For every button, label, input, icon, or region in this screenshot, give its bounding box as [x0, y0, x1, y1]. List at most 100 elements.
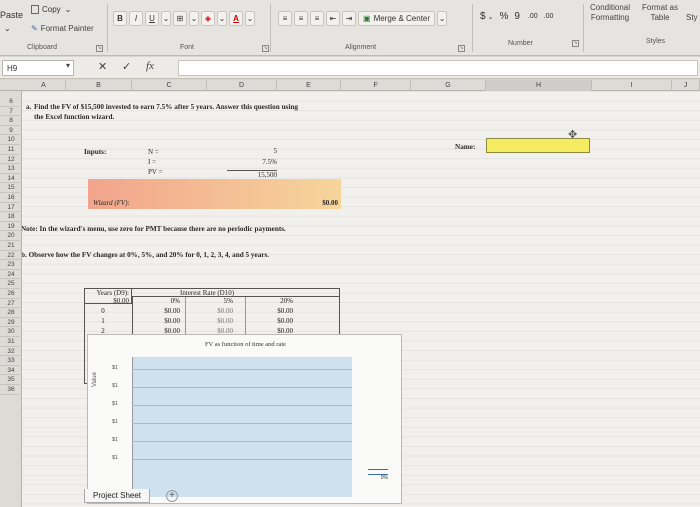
paste-button[interactable]: Paste	[0, 10, 23, 20]
decrease-decimal-button[interactable]: .00	[544, 13, 554, 20]
bold-button[interactable]: B	[113, 11, 127, 26]
row-header-14[interactable]: 14	[0, 174, 22, 184]
row-header-10[interactable]: 10	[0, 135, 22, 145]
fv-value-cell[interactable]: $0.00	[134, 307, 180, 315]
align-center-icon[interactable]: ≡	[294, 11, 308, 26]
column-header-g[interactable]: G	[411, 80, 486, 91]
row-header-19[interactable]: 19	[0, 222, 22, 232]
name-box-dropdown-icon[interactable]: ▾	[66, 61, 70, 70]
pv-value[interactable]: 15,500	[227, 170, 277, 179]
currency-dropdown-icon[interactable]: ⌄	[488, 13, 494, 21]
column-header-f[interactable]: F	[341, 80, 411, 91]
row-header-26[interactable]: 26	[0, 289, 22, 299]
column-header-b[interactable]: B	[66, 80, 132, 91]
row-header-17[interactable]: 17	[0, 203, 22, 213]
borders-icon[interactable]: ⊞	[173, 11, 187, 26]
row-header-28[interactable]: 28	[0, 308, 22, 318]
row-header-21[interactable]: 21	[0, 241, 22, 251]
column-header-h[interactable]: H	[486, 80, 592, 91]
rate-header-cell[interactable]: 5%	[187, 297, 233, 305]
row-header-30[interactable]: 30	[0, 327, 22, 337]
row-header-16[interactable]: 16	[0, 193, 22, 203]
italic-button[interactable]: I	[129, 11, 143, 26]
row-header-36[interactable]: 36	[0, 385, 22, 395]
column-header-a[interactable]: A	[22, 80, 66, 91]
fv-value-cell[interactable]: $0.00	[134, 317, 180, 325]
paste-dropdown-icon[interactable]: ⌄	[4, 24, 11, 33]
column-header-e[interactable]: E	[277, 80, 341, 91]
row-header-35[interactable]: 35	[0, 375, 22, 385]
format-painter-button[interactable]: ✎ Format Painter	[31, 24, 94, 33]
row-header-6[interactable]: 6	[0, 97, 22, 107]
align-left-icon[interactable]: ≡	[278, 11, 292, 26]
format-as-table-button[interactable]: Format as Table	[642, 3, 678, 23]
decrease-indent-icon[interactable]: ⇤	[326, 11, 340, 26]
increase-decimal-button[interactable]: .00	[528, 13, 538, 20]
n-value[interactable]: 5	[227, 147, 278, 155]
i-value[interactable]: 7.5%	[227, 158, 277, 166]
font-color-dropdown-icon[interactable]: ⌄	[245, 11, 255, 26]
borders-dropdown-icon[interactable]: ⌄	[189, 11, 199, 26]
row-header-15[interactable]: 15	[0, 183, 22, 193]
add-sheet-icon[interactable]: +	[166, 490, 178, 502]
enter-icon[interactable]: ✓	[122, 60, 131, 73]
fv-value-cell[interactable]: $0.00	[247, 317, 293, 325]
conditional-formatting-button[interactable]: Conditional Formatting	[590, 3, 630, 23]
rate-header-cell[interactable]: 0%	[134, 297, 180, 305]
row-header-32[interactable]: 32	[0, 347, 22, 357]
font-launcher-icon[interactable]: ↘	[262, 45, 269, 52]
currency-button[interactable]: $	[480, 11, 486, 22]
fv-chart[interactable]: FV as function of time and rate Value $1…	[87, 334, 402, 504]
copy-button[interactable]: Copy ⌄	[31, 5, 71, 14]
fill-color-icon[interactable]: ◈	[201, 11, 215, 26]
wizard-value[interactable]: $0.00	[284, 199, 338, 207]
increase-indent-icon[interactable]: ⇥	[342, 11, 356, 26]
comma-button[interactable]: 9	[514, 11, 520, 22]
row-header-7[interactable]: 7	[0, 107, 22, 117]
row-header-13[interactable]: 13	[0, 164, 22, 174]
column-header-d[interactable]: D	[207, 80, 277, 91]
column-header-c[interactable]: C	[132, 80, 207, 91]
row-header-18[interactable]: 18	[0, 212, 22, 222]
corner-value[interactable]: $0.00	[84, 297, 129, 305]
font-color-button[interactable]: A	[229, 11, 243, 26]
sheet-tab-project-sheet[interactable]: Project Sheet	[84, 489, 150, 503]
fill-dropdown-icon[interactable]: ⌄	[217, 11, 227, 26]
column-header-j[interactable]: J	[672, 80, 700, 91]
underline-button[interactable]: U	[145, 11, 159, 26]
row-header-24[interactable]: 24	[0, 270, 22, 280]
row-header-11[interactable]: 11	[0, 145, 22, 155]
row-header-27[interactable]: 27	[0, 299, 22, 309]
row-header-33[interactable]: 33	[0, 356, 22, 366]
row-header-29[interactable]: 29	[0, 318, 22, 328]
clipboard-launcher-icon[interactable]: ↘	[96, 45, 103, 52]
cancel-icon[interactable]: ✕	[98, 60, 107, 73]
year-cell[interactable]: 0	[84, 307, 122, 315]
column-header-i[interactable]: I	[592, 80, 672, 91]
row-header-20[interactable]: 20	[0, 231, 22, 241]
percent-button[interactable]: %	[499, 11, 508, 22]
name-box[interactable]: H9	[2, 60, 74, 76]
row-header-22[interactable]: 22	[0, 251, 22, 261]
merge-dropdown-icon[interactable]: ⌄	[437, 11, 448, 26]
fv-value-cell[interactable]: $0.00	[247, 307, 293, 315]
merge-center-button[interactable]: ▣ Merge & Center	[358, 11, 436, 26]
row-header-9[interactable]: 9	[0, 126, 22, 136]
row-header-23[interactable]: 23	[0, 260, 22, 270]
number-launcher-icon[interactable]: ↘	[572, 40, 579, 47]
row-header-34[interactable]: 34	[0, 366, 22, 376]
row-header-12[interactable]: 12	[0, 155, 22, 165]
fv-value-cell[interactable]: $0.00	[187, 307, 233, 315]
row-header-8[interactable]: 8	[0, 116, 22, 126]
year-cell[interactable]: 1	[84, 317, 122, 325]
row-header-31[interactable]: 31	[0, 337, 22, 347]
formula-input[interactable]	[178, 60, 698, 76]
row-header-25[interactable]: 25	[0, 279, 22, 289]
rate-header-cell[interactable]: 20%	[247, 297, 293, 305]
alignment-launcher-icon[interactable]: ↘	[458, 45, 465, 52]
cell-styles-button[interactable]: Sty	[686, 13, 698, 22]
underline-dropdown-icon[interactable]: ⌄	[161, 11, 171, 26]
fv-value-cell[interactable]: $0.00	[187, 317, 233, 325]
align-right-icon[interactable]: ≡	[310, 11, 324, 26]
fx-icon[interactable]: fx	[146, 60, 154, 72]
